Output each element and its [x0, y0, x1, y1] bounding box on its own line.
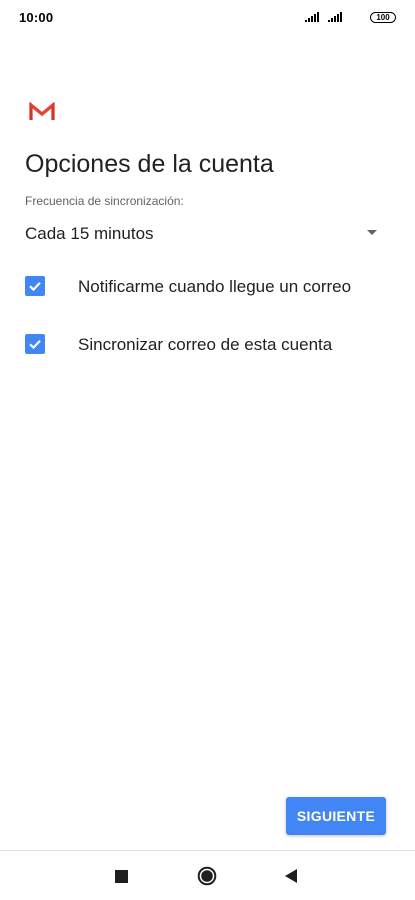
notify-label: Notificarme cuando llegue un correo: [78, 277, 352, 296]
sync-frequency-label: Frecuencia de sincronización:: [25, 194, 184, 208]
signal-icon: [305, 12, 319, 22]
status-time: 10:00: [19, 10, 54, 25]
check-icon: [29, 340, 41, 350]
battery-level: 100: [376, 13, 390, 22]
navigation-bar: [0, 850, 415, 900]
sync-frequency-dropdown[interactable]: Cada 15 minutos: [25, 218, 385, 250]
next-button[interactable]: SIGUIENTE: [286, 797, 386, 835]
status-bar: 10:00 100: [0, 0, 415, 36]
gmail-logo-icon: [29, 102, 55, 120]
dropdown-arrow-icon: [367, 230, 377, 235]
home-icon[interactable]: [197, 866, 217, 886]
back-icon[interactable]: [285, 869, 297, 883]
notify-option[interactable]: Notificarme cuando llegue un correo: [25, 268, 385, 304]
check-icon: [29, 282, 41, 292]
signal-icon: [328, 12, 342, 22]
sync-option[interactable]: Sincronizar correo de esta cuenta: [25, 326, 385, 362]
recents-icon[interactable]: [115, 870, 128, 883]
notify-checkbox[interactable]: [25, 276, 45, 296]
sync-checkbox[interactable]: [25, 334, 45, 354]
sync-label: Sincronizar correo de esta cuenta: [78, 335, 333, 354]
page-title: Opciones de la cuenta: [25, 150, 274, 178]
battery-icon: 100: [370, 12, 396, 23]
sync-frequency-value: Cada 15 minutos: [25, 224, 154, 243]
